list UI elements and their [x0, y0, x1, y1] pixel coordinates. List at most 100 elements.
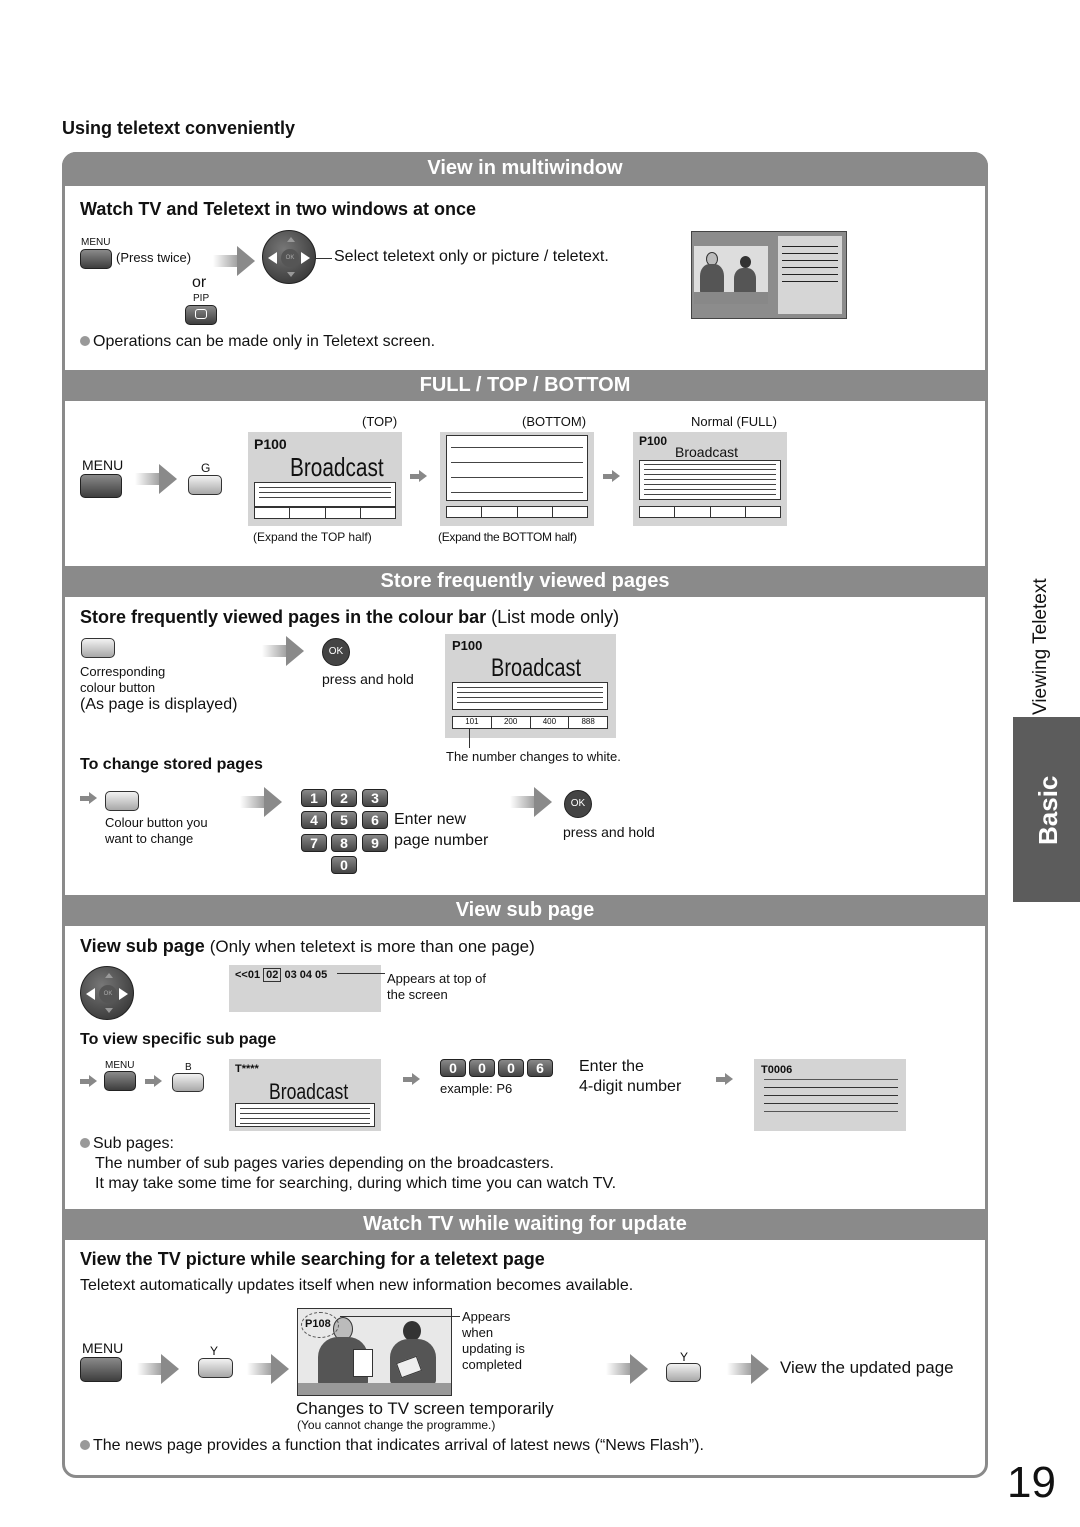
section-label: Viewing Teletext	[1030, 578, 1051, 715]
number-key-8[interactable]: 8	[331, 834, 357, 852]
number-key-5[interactable]: 5	[331, 811, 357, 829]
menu-label: MENU	[82, 457, 124, 473]
changes-tv-text: Changes to TV screen temporarily	[296, 1399, 554, 1418]
dpad-button[interactable]: OK	[262, 230, 316, 284]
y-button[interactable]	[666, 1363, 701, 1382]
sub-pages-note-title: Sub pages:	[80, 1135, 174, 1153]
ok-button[interactable]: OK	[322, 638, 350, 666]
update-heading: View the TV picture while searching for …	[80, 1249, 545, 1269]
menu-button[interactable]	[80, 1357, 122, 1382]
digit-key-4[interactable]: 6	[527, 1059, 553, 1077]
section-bar-multiwindow: View in multiwindow	[62, 152, 988, 186]
number-key-3[interactable]: 3	[362, 789, 388, 807]
digit-key-2[interactable]: 0	[469, 1059, 495, 1077]
store-pages-heading: Store frequently viewed pages in the col…	[80, 607, 620, 627]
menu-label: MENU	[105, 1060, 135, 1071]
section-bar-store-pages: Store frequently viewed pages	[62, 566, 988, 597]
full-label: Normal (FULL)	[691, 414, 777, 429]
arrow-right-icon	[137, 1354, 183, 1384]
select-teletext-text: Select teletext only or picture / telete…	[334, 248, 609, 265]
menu-label: MENU	[81, 237, 111, 248]
appears-top-text-1: Appears at top of	[387, 971, 487, 986]
digit-key-3[interactable]: 0	[498, 1059, 524, 1077]
menu-button[interactable]	[80, 474, 122, 498]
pip-button[interactable]	[185, 305, 217, 325]
menu-button[interactable]	[80, 249, 112, 269]
press-hold-text: press and hold	[563, 824, 655, 840]
arrow-right-icon	[403, 1073, 421, 1085]
appears-text-1: Appears	[462, 1309, 511, 1324]
arrow-right-icon	[606, 1354, 652, 1384]
cannot-change-text: (You cannot change the programme.)	[297, 1418, 496, 1432]
example-text: example: P6	[440, 1081, 513, 1096]
press-twice-text: (Press twice)	[116, 250, 192, 265]
as-displayed-text: (As page is displayed)	[80, 696, 238, 713]
arrow-right-icon	[510, 787, 556, 817]
g-label: G	[201, 461, 211, 475]
arrow-right-icon	[213, 246, 259, 276]
arrow-right-icon	[727, 1354, 773, 1384]
press-hold-text: press and hold	[322, 671, 414, 687]
number-key-9[interactable]: 9	[362, 834, 388, 852]
enter-the-text: Enter the	[579, 1058, 644, 1075]
enter-new-text: Enter new	[394, 811, 467, 828]
dpad-button[interactable]: OK	[80, 966, 134, 1020]
update-description: Teletext automatically updates itself wh…	[80, 1277, 634, 1294]
number-key-1[interactable]: 1	[301, 789, 327, 807]
callout-line	[337, 973, 385, 974]
corresponding-text: Corresponding	[80, 664, 166, 679]
number-key-0[interactable]: 0	[331, 856, 357, 874]
callout-line	[469, 728, 470, 748]
or-text: or	[192, 274, 207, 291]
arrow-right-icon	[262, 636, 308, 666]
g-button[interactable]	[188, 475, 222, 495]
number-key-4[interactable]: 4	[301, 811, 327, 829]
page-number-text: page number	[394, 832, 489, 849]
tv-picture-illustration: P108	[297, 1308, 452, 1396]
digit-key-1[interactable]: 0	[440, 1059, 466, 1077]
appears-text-3: updating is	[462, 1341, 525, 1356]
b-label: B	[185, 1062, 192, 1073]
y-label: Y	[680, 1350, 689, 1364]
arrow-right-icon	[135, 464, 181, 494]
number-key-2[interactable]: 2	[331, 789, 357, 807]
section-bar-sub-page: View sub page	[62, 895, 988, 926]
colour-button[interactable]	[81, 638, 115, 658]
number-key-7[interactable]: 7	[301, 834, 327, 852]
teletext-store-screen: P100 Broadcast 101 200 400 888	[445, 634, 616, 738]
bottom-label: (BOTTOM)	[522, 414, 587, 429]
pip-icon	[195, 309, 207, 319]
colour-change-text-1: Colour button you	[105, 815, 208, 830]
teletext-full-screen: P100 Broadcast	[633, 432, 787, 526]
section-bar-full-top-bottom: FULL / TOP / BOTTOM	[62, 370, 988, 401]
section-bar-update: Watch TV while waiting for update	[62, 1209, 988, 1240]
sub-page-screen: T**** Broadcast	[229, 1059, 381, 1131]
appears-text-2: when	[462, 1325, 494, 1340]
y-button[interactable]	[198, 1358, 233, 1378]
menu-label: MENU	[82, 1340, 124, 1356]
arrow-right-icon	[145, 1075, 163, 1087]
b-button[interactable]	[172, 1073, 204, 1092]
expand-top-caption: (Expand the TOP half)	[253, 530, 372, 544]
teletext-bottom-screen	[440, 432, 594, 526]
colour-bar: 101 200 400 888	[452, 716, 608, 729]
arrow-right-icon	[716, 1073, 734, 1085]
colour-change-text-2: want to change	[105, 831, 194, 846]
ok-button[interactable]: OK	[564, 790, 592, 818]
arrow-right-icon	[410, 470, 428, 482]
arrow-right-icon	[80, 1075, 98, 1087]
appears-top-text-2: the screen	[387, 987, 448, 1002]
callout-line	[340, 1316, 460, 1317]
intro-heading: Using teletext conveniently	[62, 118, 296, 138]
page-number: 19	[1007, 1458, 1056, 1507]
arrow-right-icon	[240, 787, 286, 817]
change-stored-heading: To change stored pages	[80, 756, 263, 773]
sub-page-result-screen: T0006	[754, 1059, 906, 1131]
colour-button-text: colour button	[80, 680, 156, 695]
colour-button[interactable]	[105, 791, 139, 811]
menu-button[interactable]	[104, 1071, 136, 1091]
number-key-6[interactable]: 6	[362, 811, 388, 829]
arrow-right-icon	[603, 470, 621, 482]
sub-page-heading: View sub page (Only when teletext is mor…	[80, 936, 535, 956]
y-label: Y	[210, 1344, 219, 1358]
